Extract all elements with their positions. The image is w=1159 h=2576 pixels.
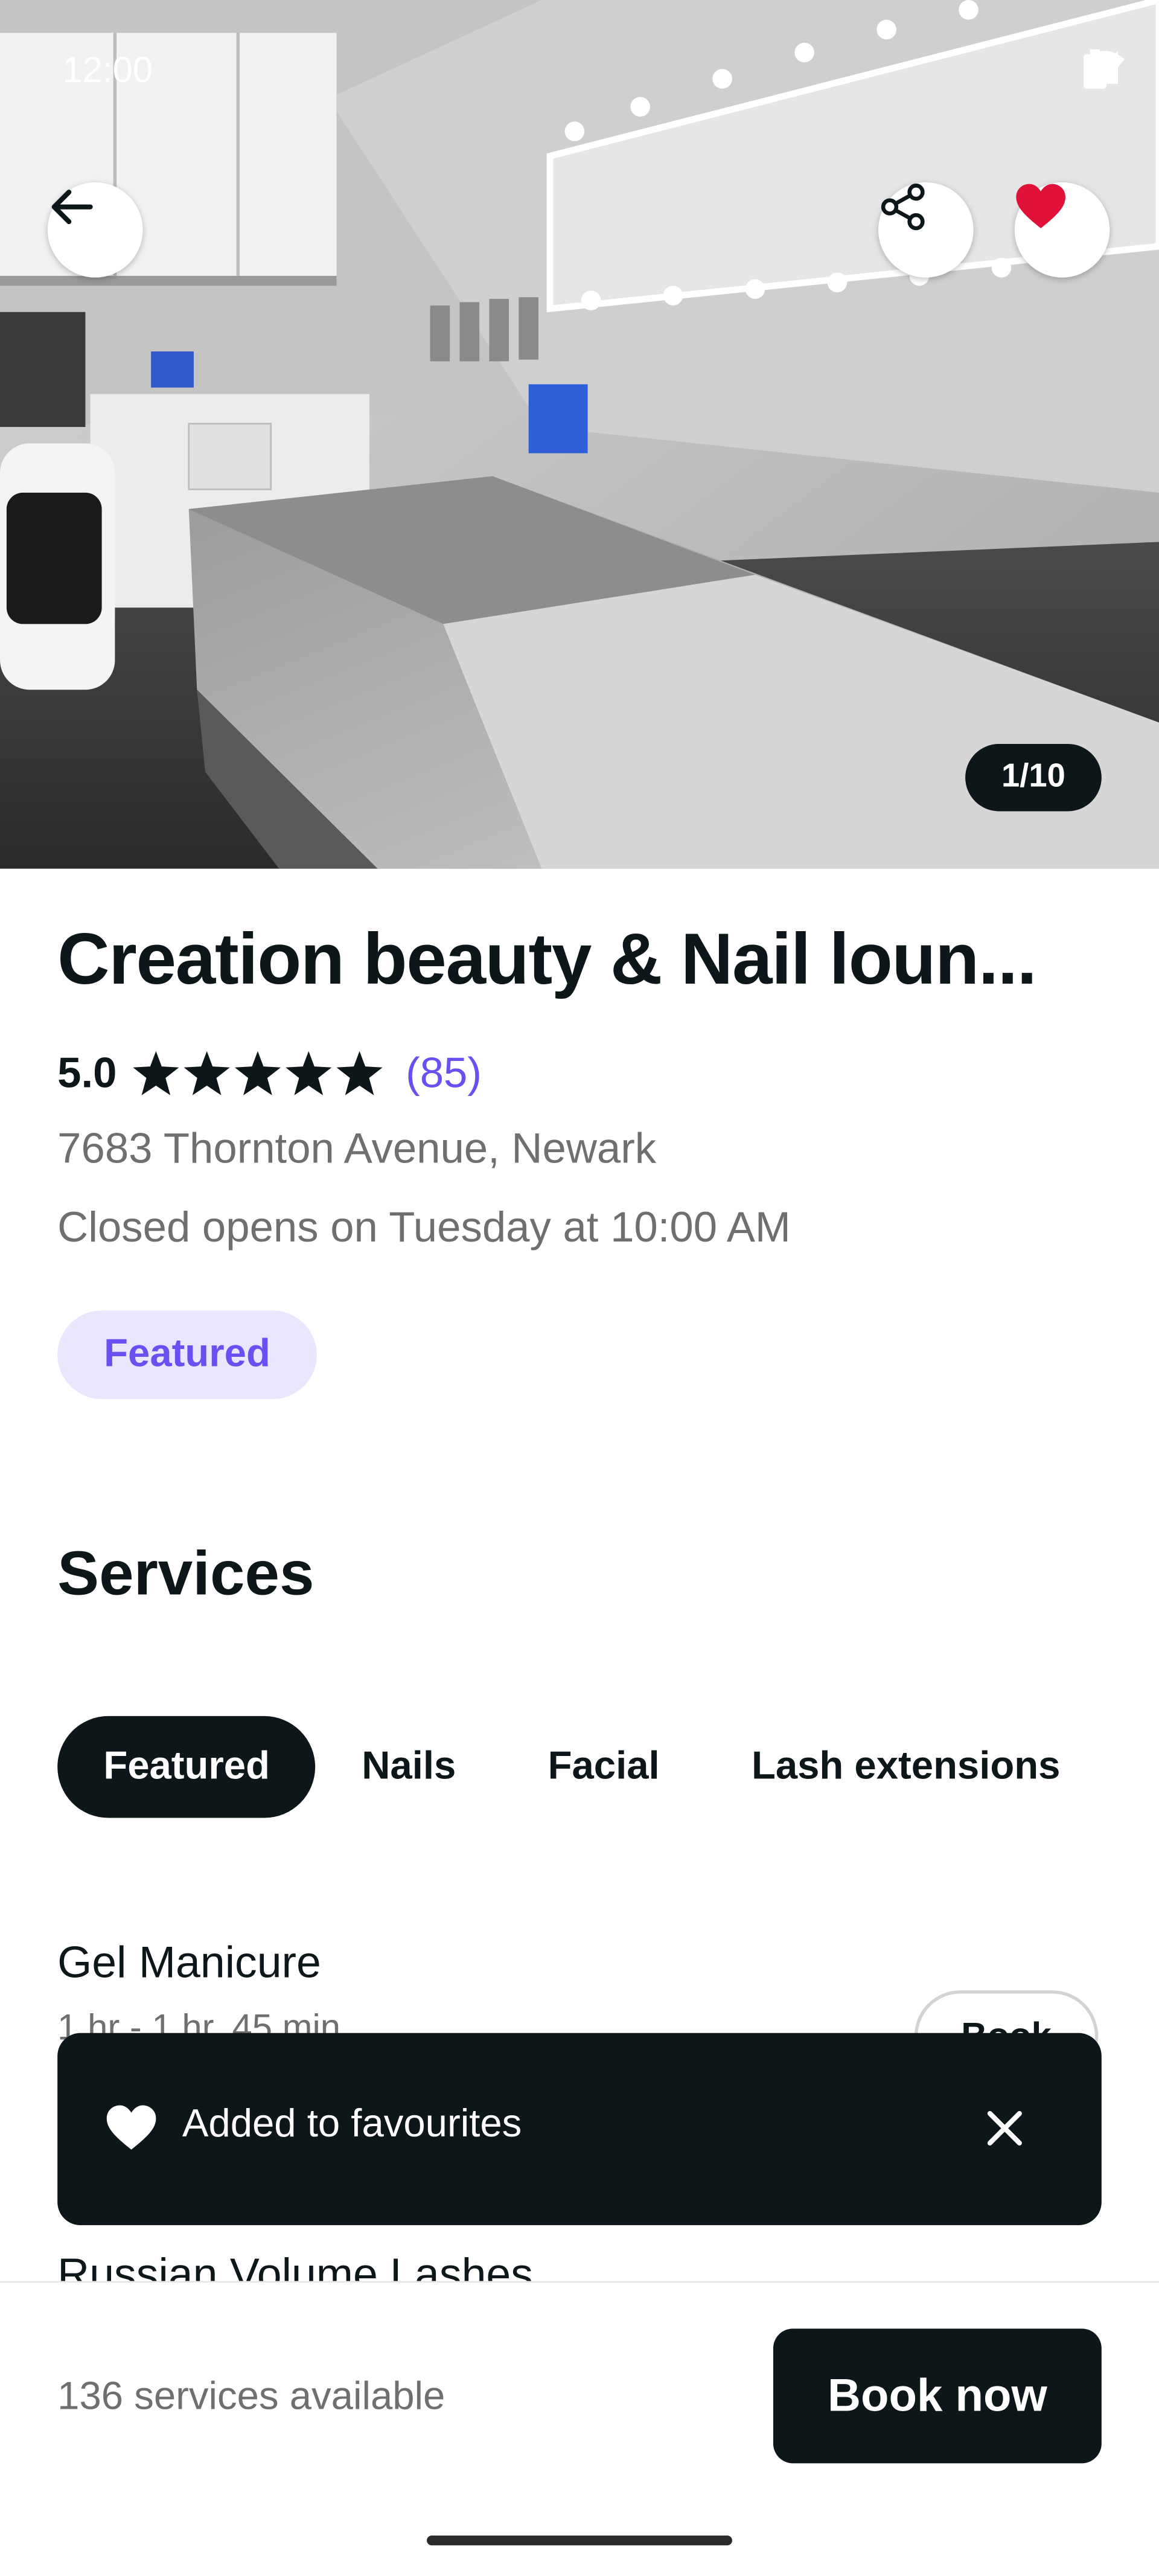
service-name[interactable]: Gel Manicure [57,1938,321,1988]
battery-icon [1083,49,1106,89]
review-count-link[interactable]: (85) [406,1047,482,1098]
tab-nails[interactable]: Nails [316,1716,502,1818]
rating-row[interactable]: 5.0 (85) [57,1045,482,1100]
opening-hours[interactable]: Closed opens on Tuesday at 10:00 AM [57,1202,791,1253]
status-time: 12:00 [62,49,153,91]
back-button[interactable] [47,182,143,278]
venue-address[interactable]: 7683 Thornton Avenue, Newark [57,1123,656,1174]
star-icon [184,1050,231,1095]
services-available: 136 services available [57,2374,445,2419]
status-bar: 12:00 [0,0,1159,141]
heart-icon [106,2105,156,2150]
rating-value: 5.0 [57,1046,117,1097]
arrow-left-icon [51,190,93,225]
share-button[interactable] [878,182,974,278]
home-indicator[interactable] [427,2535,732,2546]
star-rating [133,1050,383,1095]
book-now-button[interactable]: Book now [773,2328,1102,2464]
booking-footer: 136 services available Book now [0,2281,1159,2575]
close-icon[interactable] [985,2109,1024,2148]
star-icon [336,1050,383,1095]
favourite-button[interactable] [1014,182,1110,278]
tab-lash-extensions[interactable]: Lash extensions [706,1716,1106,1818]
gallery-counter: 1/10 [965,743,1102,812]
favourite-toast: Added to favourites [57,2033,1102,2225]
services-tabs: Featured Nails Facial Lash extensions [57,1716,1106,1818]
tab-facial[interactable]: Facial [502,1716,705,1818]
share-icon [881,184,925,231]
star-icon [235,1050,281,1095]
featured-badge: Featured [57,1310,317,1400]
star-icon [133,1050,179,1095]
toast-message: Added to favourites [182,2102,522,2147]
star-icon [286,1050,332,1095]
heart-filled-icon [1016,184,1065,229]
tab-featured[interactable]: Featured [57,1716,316,1818]
venue-title: Creation beauty & Nail loun... [57,919,1037,1001]
services-heading: Services [57,1540,314,1610]
hero-photo[interactable]: 12:00 1/10 [0,0,1159,869]
